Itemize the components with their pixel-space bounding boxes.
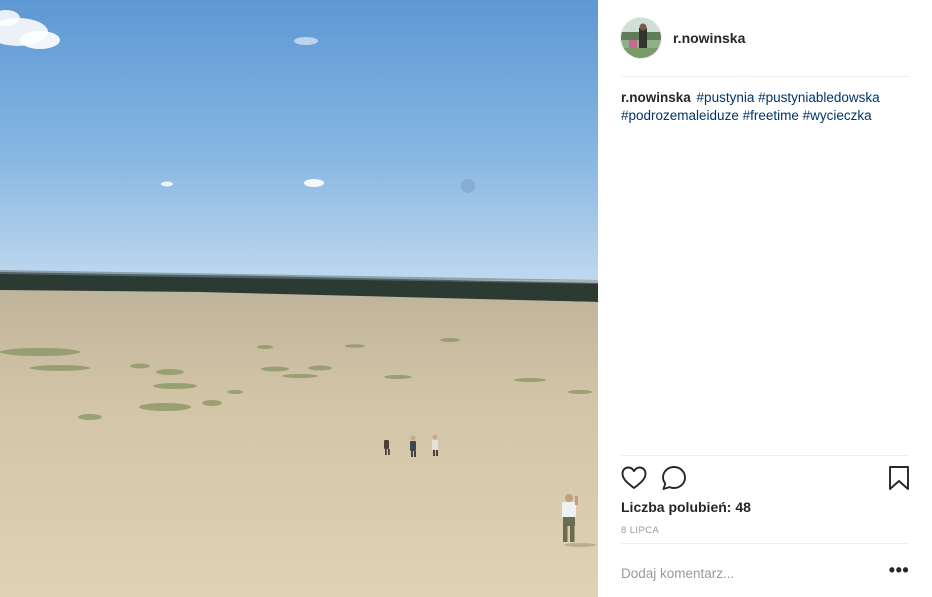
likes-count[interactable]: Liczba polubień: 48: [621, 499, 751, 515]
avatar-image: [621, 18, 661, 58]
header-divider: [621, 76, 909, 77]
hashtag-link[interactable]: #wycieczka: [803, 108, 872, 123]
post-header: r.nowinska: [621, 17, 909, 59]
desert-landscape-image: [0, 0, 598, 597]
post-caption: r.nowinska #pustynia #pustyniabledowska …: [621, 89, 911, 125]
post-photo[interactable]: [0, 0, 598, 597]
hashtag-link[interactable]: #freetime: [743, 108, 799, 123]
post-date[interactable]: 8 LIPCA: [621, 525, 659, 536]
comment-divider: [621, 543, 909, 544]
heart-icon: [621, 466, 647, 489]
hashtag-link[interactable]: #pustyniabledowska: [758, 90, 880, 105]
more-options-button[interactable]: •••: [887, 560, 911, 584]
bookmark-icon: [889, 466, 909, 490]
user-avatar[interactable]: [621, 18, 661, 58]
comment-icon: [662, 466, 686, 490]
username-link[interactable]: r.nowinska: [673, 30, 745, 46]
comment-input[interactable]: [621, 562, 871, 584]
post-side-panel: r.nowinska r.nowinska #pustynia #pustyni…: [598, 0, 932, 597]
hashtag-link[interactable]: #pustynia: [697, 90, 755, 105]
actions-divider: [621, 455, 909, 456]
save-button[interactable]: [885, 464, 913, 492]
caption-username[interactable]: r.nowinska: [621, 90, 691, 105]
post-actions: [620, 464, 911, 492]
comment-button[interactable]: [660, 464, 688, 492]
like-button[interactable]: [620, 464, 648, 492]
hashtag-link[interactable]: #podrozemaleiduze: [621, 108, 739, 123]
